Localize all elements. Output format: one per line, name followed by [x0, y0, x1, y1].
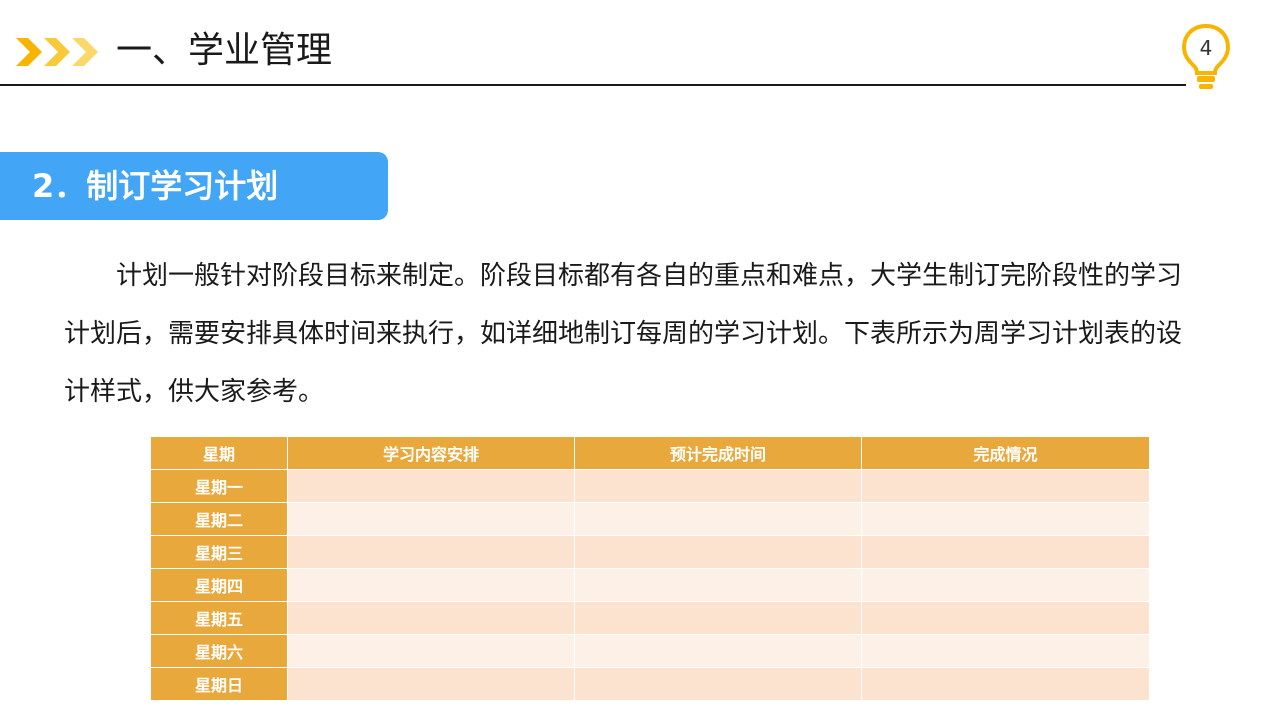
time-cell[interactable] — [574, 667, 862, 701]
row-label-day: 星期二 — [150, 502, 288, 536]
header-divider — [0, 84, 1186, 86]
content-cell[interactable] — [287, 634, 575, 668]
weekly-plan-table: 星期 学习内容安排 预计完成时间 完成情况 星期一 星期二 星期三 星期四 星期… — [150, 436, 1150, 701]
time-cell[interactable] — [574, 601, 862, 635]
column-header-time: 预计完成时间 — [574, 436, 862, 470]
row-label-day: 星期五 — [150, 601, 288, 635]
status-cell[interactable] — [861, 568, 1150, 602]
row-label-day: 星期六 — [150, 634, 288, 668]
status-cell[interactable] — [861, 502, 1150, 536]
section-banner: 2．制订学习计划 — [0, 152, 388, 220]
content-cell[interactable] — [287, 535, 575, 569]
page-number: 4 — [1199, 36, 1213, 60]
table-row: 星期日 — [150, 667, 1150, 701]
table-row: 星期一 — [150, 469, 1150, 503]
section-title: 2．制订学习计划 — [32, 167, 279, 205]
status-cell[interactable] — [861, 535, 1150, 569]
content-cell[interactable] — [287, 601, 575, 635]
table-row: 星期五 — [150, 601, 1150, 635]
status-cell[interactable] — [861, 469, 1150, 503]
row-label-day: 星期一 — [150, 469, 288, 503]
content-cell[interactable] — [287, 469, 575, 503]
time-cell[interactable] — [574, 535, 862, 569]
content-cell[interactable] — [287, 502, 575, 536]
content-cell[interactable] — [287, 568, 575, 602]
time-cell[interactable] — [574, 502, 862, 536]
row-label-day: 星期四 — [150, 568, 288, 602]
status-cell[interactable] — [861, 634, 1150, 668]
body-paragraph: 计划一般针对阶段目标来制定。阶段目标都有各自的重点和难点，大学生制订完阶段性的学… — [64, 261, 1183, 407]
time-cell[interactable] — [574, 469, 862, 503]
time-cell[interactable] — [574, 568, 862, 602]
table-row: 星期六 — [150, 634, 1150, 668]
chevron-right-icon — [16, 38, 98, 66]
status-cell[interactable] — [861, 601, 1150, 635]
content-cell[interactable] — [287, 667, 575, 701]
column-header-content: 学习内容安排 — [287, 436, 575, 470]
table-header-row: 星期 学习内容安排 预计完成时间 完成情况 — [150, 436, 1150, 470]
table-row: 星期四 — [150, 568, 1150, 602]
time-cell[interactable] — [574, 634, 862, 668]
row-label-day: 星期日 — [150, 667, 288, 701]
table-row: 星期二 — [150, 502, 1150, 536]
row-label-day: 星期三 — [150, 535, 288, 569]
table-row: 星期三 — [150, 535, 1150, 569]
status-cell[interactable] — [861, 667, 1150, 701]
page-title: 一、学业管理 — [116, 30, 333, 71]
column-header-status: 完成情况 — [861, 436, 1150, 470]
column-header-day: 星期 — [150, 436, 288, 470]
